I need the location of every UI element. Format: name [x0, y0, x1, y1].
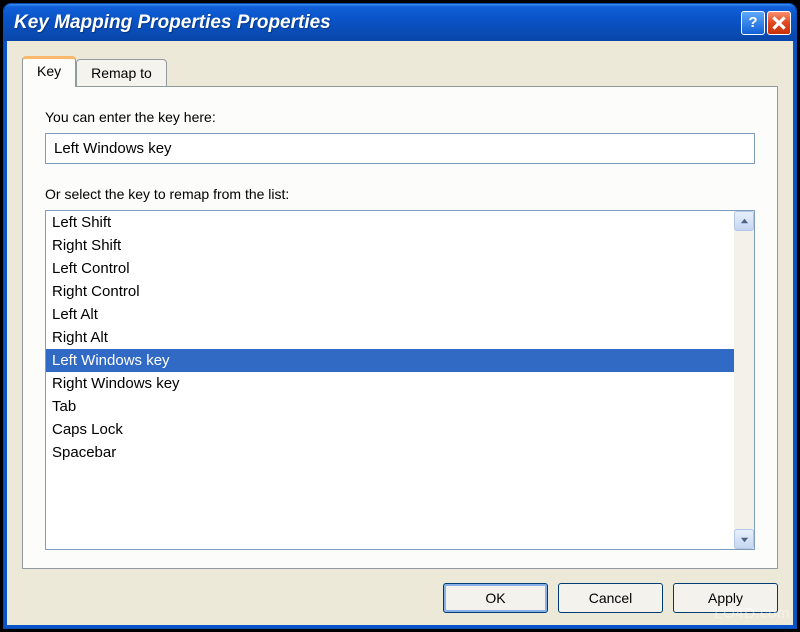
- titlebar[interactable]: Key Mapping Properties Properties ?: [4, 4, 796, 41]
- dialog-window: Key Mapping Properties Properties ? Key …: [3, 3, 797, 629]
- list-item[interactable]: Caps Lock: [46, 418, 734, 441]
- help-button[interactable]: ?: [741, 11, 765, 35]
- watermark: LO4D.com: [714, 605, 790, 622]
- list-item[interactable]: Left Control: [46, 257, 734, 280]
- key-list[interactable]: Left ShiftRight ShiftLeft ControlRight C…: [46, 211, 734, 549]
- list-item[interactable]: Right Windows key: [46, 372, 734, 395]
- list-item[interactable]: Right Control: [46, 280, 734, 303]
- tab-remap-to-label: Remap to: [91, 65, 152, 81]
- scroll-down-button[interactable]: [734, 529, 754, 549]
- list-item[interactable]: Left Alt: [46, 303, 734, 326]
- tab-panel-key: You can enter the key here: Or select th…: [22, 86, 778, 569]
- key-listbox: Left ShiftRight ShiftLeft ControlRight C…: [45, 210, 755, 550]
- list-item[interactable]: Left Windows key: [46, 349, 734, 372]
- label-enter-key: You can enter the key here:: [45, 109, 755, 125]
- scroll-track[interactable]: [734, 231, 754, 529]
- list-item[interactable]: Spacebar: [46, 441, 734, 464]
- scroll-up-button[interactable]: [734, 211, 754, 231]
- key-input[interactable]: [45, 133, 755, 164]
- ok-button[interactable]: OK: [443, 583, 548, 613]
- scrollbar: [734, 211, 754, 549]
- tab-row: Key Remap to: [22, 56, 778, 86]
- list-item[interactable]: Left Shift: [46, 211, 734, 234]
- tab-key[interactable]: Key: [22, 56, 76, 87]
- dialog-buttons: OK Cancel Apply: [22, 583, 778, 613]
- list-item[interactable]: Tab: [46, 395, 734, 418]
- close-button[interactable]: [767, 11, 791, 35]
- close-icon: [772, 16, 786, 30]
- tab-key-label: Key: [37, 63, 61, 79]
- list-item[interactable]: Right Shift: [46, 234, 734, 257]
- cancel-button[interactable]: Cancel: [558, 583, 663, 613]
- list-item[interactable]: Right Alt: [46, 326, 734, 349]
- tab-remap-to[interactable]: Remap to: [76, 59, 167, 86]
- chevron-down-icon: [740, 535, 749, 544]
- window-title: Key Mapping Properties Properties: [14, 12, 739, 34]
- chevron-up-icon: [740, 217, 749, 226]
- dialog-client: Key Remap to You can enter the key here:…: [4, 41, 796, 628]
- label-select-key: Or select the key to remap from the list…: [45, 186, 755, 202]
